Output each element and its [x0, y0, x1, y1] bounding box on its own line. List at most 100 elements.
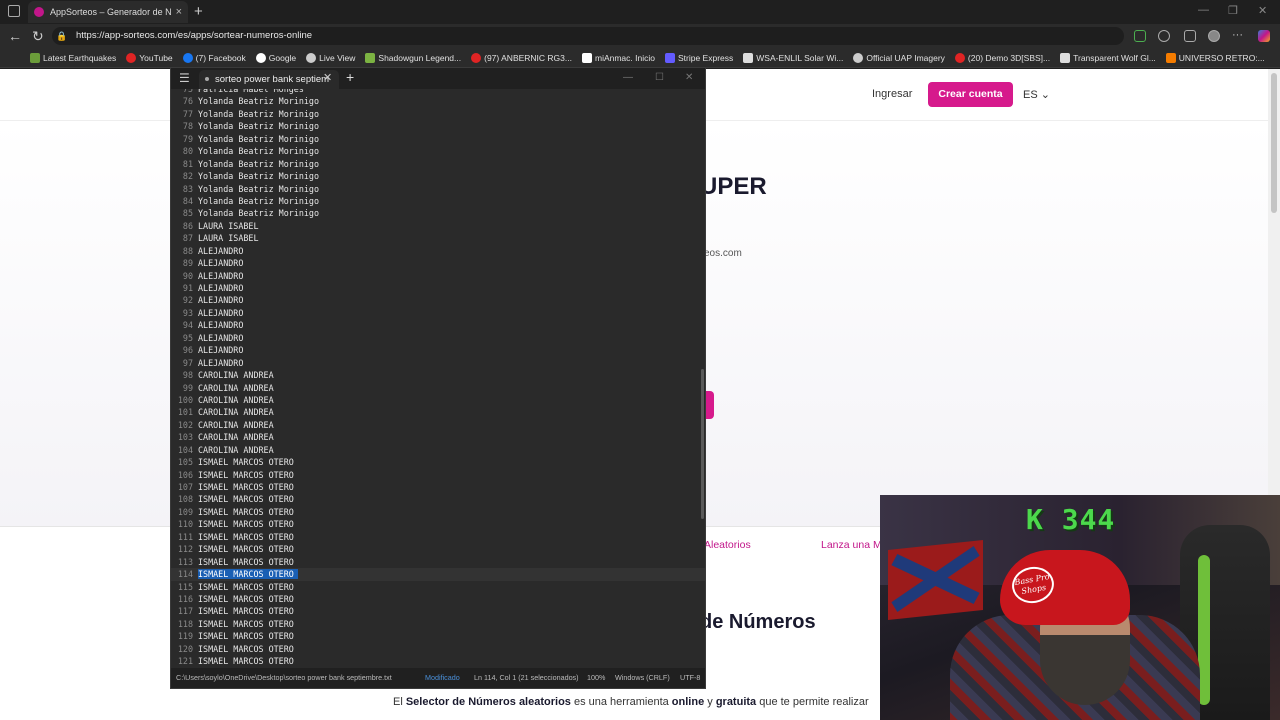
text-line[interactable]: 107 ISMAEL MARCOS OTERO: [171, 481, 705, 493]
text-line[interactable]: 113 ISMAEL MARCOS OTERO: [171, 556, 705, 568]
maximize-icon[interactable]: ❐: [1228, 4, 1238, 17]
bookmark-item[interactable]: Live View: [306, 52, 355, 63]
more-menu-icon[interactable]: ···: [1232, 29, 1243, 41]
back-icon[interactable]: ←: [8, 28, 22, 44]
bookmark-item[interactable]: Stripe Express: [664, 52, 733, 63]
bookmark-item[interactable]: Transparent Wolf Gl...: [1060, 52, 1156, 63]
close-tab-icon[interactable]: ✕: [323, 71, 332, 84]
text-line[interactable]: 97 ALEJANDRO: [171, 357, 705, 369]
text-line[interactable]: 104 CAROLINA ANDREA: [171, 444, 705, 456]
text-line[interactable]: 87 LAURA ISABEL: [171, 232, 705, 244]
text-line[interactable]: 95 ALEJANDRO: [171, 332, 705, 344]
bookmark-item[interactable]: (20) Demo 3D[SBS]...: [954, 52, 1050, 63]
bookmark-item[interactable]: YouTube: [126, 52, 173, 63]
tab-aleatorios[interactable]: Aleatorios: [704, 539, 751, 551]
bookmark-item[interactable]: miAnmac. Inicio: [581, 52, 655, 63]
bookmark-item[interactable]: (7) Facebook: [182, 52, 246, 63]
line-ending[interactable]: Windows (CRLF): [615, 668, 670, 688]
blogger-icon: [1165, 52, 1176, 63]
text-line[interactable]: 94 ALEJANDRO: [171, 319, 705, 331]
text-line[interactable]: 103 CAROLINA ANDREA: [171, 431, 705, 443]
login-link[interactable]: Ingresar: [872, 88, 912, 100]
text-line[interactable]: 82 Yolanda Beatriz Morinigo: [171, 170, 705, 182]
text-line[interactable]: 76 Yolanda Beatriz Morinigo: [171, 95, 705, 107]
create-account-button[interactable]: Crear cuenta: [928, 82, 1013, 107]
profile-avatar[interactable]: [1208, 30, 1220, 42]
text-line[interactable]: 78 Yolanda Beatriz Morinigo: [171, 120, 705, 132]
text-line[interactable]: 86 LAURA ISABEL: [171, 220, 705, 232]
text-line[interactable]: 110 ISMAEL MARCOS OTERO: [171, 518, 705, 530]
text-line[interactable]: 90 ALEJANDRO: [171, 270, 705, 282]
cursor-position[interactable]: Ln 114, Col 1 (21 seleccionados): [474, 668, 579, 688]
text-line[interactable]: 99 CAROLINA ANDREA: [171, 382, 705, 394]
text-line[interactable]: 92 ALEJANDRO: [171, 294, 705, 306]
notepad-tab[interactable]: sorteo power bank septiem: [199, 70, 339, 89]
text-line[interactable]: 119 ISMAEL MARCOS OTERO: [171, 630, 705, 642]
close-window-icon[interactable]: ✕: [685, 72, 693, 83]
minimize-icon[interactable]: —: [1198, 4, 1209, 16]
stream-badge: K 344: [1026, 503, 1116, 536]
bookmark-item[interactable]: Latest Earthquakes: [30, 52, 116, 63]
text-line[interactable]: 108 ISMAEL MARCOS OTERO: [171, 493, 705, 505]
bookmark-item[interactable]: UNIVERSO RETRO:...: [1165, 52, 1265, 63]
bookmark-item[interactable]: (97) ANBERNIC RG3...: [471, 52, 572, 63]
text-line[interactable]: 80 Yolanda Beatriz Morinigo: [171, 145, 705, 157]
bookmark-item[interactable]: WSA-ENLIL Solar Wi...: [743, 52, 843, 63]
text-line[interactable]: 89 ALEJANDRO: [171, 257, 705, 269]
text-line[interactable]: 88 ALEJANDRO: [171, 245, 705, 257]
extension-shield-icon[interactable]: [1134, 30, 1146, 42]
sidebar-toggle-icon[interactable]: [8, 5, 20, 17]
extensions-icon[interactable]: [1158, 30, 1170, 42]
text-line[interactable]: 100 CAROLINA ANDREA: [171, 394, 705, 406]
favorites-icon[interactable]: [1184, 30, 1196, 42]
text-line[interactable]: 117 ISMAEL MARCOS OTERO: [171, 605, 705, 617]
text-line[interactable]: 116 ISMAEL MARCOS OTERO: [171, 593, 705, 605]
text-line[interactable]: 84 Yolanda Beatriz Morinigo: [171, 195, 705, 207]
text-line[interactable]: 105 ISMAEL MARCOS OTERO: [171, 456, 705, 468]
line-text: ALEJANDRO: [198, 295, 244, 306]
new-tab-button[interactable]: +: [194, 3, 203, 20]
text-line[interactable]: 81 Yolanda Beatriz Morinigo: [171, 158, 705, 170]
text-line[interactable]: 91 ALEJANDRO: [171, 282, 705, 294]
browser-tab-appsorteos[interactable]: AppSorteos – Generador de Núm ×: [28, 1, 188, 23]
text-line[interactable]: 121 ISMAEL MARCOS OTERO: [171, 655, 705, 667]
text-line[interactable]: 98 CAROLINA ANDREA: [171, 369, 705, 381]
line-number: 111: [177, 531, 193, 542]
maximize-icon[interactable]: ☐: [655, 72, 664, 83]
bookmark-item[interactable]: Official UAP Imagery: [853, 52, 945, 63]
text-line[interactable]: 83 Yolanda Beatriz Morinigo: [171, 183, 705, 195]
url-field[interactable]: 🔒 https://app-sorteos.com/es/apps/sortea…: [52, 27, 1124, 45]
text-line[interactable]: 85 Yolanda Beatriz Morinigo: [171, 207, 705, 219]
selected-line[interactable]: 114 ISMAEL MARCOS OTERO: [171, 568, 705, 581]
text-line[interactable]: 109 ISMAEL MARCOS OTERO: [171, 506, 705, 518]
text-line[interactable]: 77 Yolanda Beatriz Morinigo: [171, 108, 705, 120]
language-selector[interactable]: ES ⌄: [1023, 88, 1050, 101]
scrollbar-thumb[interactable]: [1271, 73, 1277, 213]
text-editor[interactable]: 75 Patricia Mabel Monges 76 Yolanda Beatriz…: [171, 89, 705, 668]
text-line[interactable]: 112 ISMAEL MARCOS OTERO: [171, 543, 705, 555]
minimize-icon[interactable]: —: [623, 72, 633, 83]
editor-scrollbar-thumb[interactable]: [701, 369, 704, 519]
text-line[interactable]: 118 ISMAEL MARCOS OTERO: [171, 618, 705, 630]
text-line[interactable]: 102 CAROLINA ANDREA: [171, 419, 705, 431]
bookmark-item[interactable]: Shadowgun Legend...: [365, 52, 461, 63]
tab-lanza-moneda[interactable]: Lanza una M: [821, 539, 882, 551]
text-line[interactable]: 101 CAROLINA ANDREA: [171, 406, 705, 418]
encoding[interactable]: UTF-8: [680, 668, 700, 688]
text-line[interactable]: 111 ISMAEL MARCOS OTERO: [171, 531, 705, 543]
copilot-icon[interactable]: [1258, 30, 1270, 42]
text-line[interactable]: 115 ISMAEL MARCOS OTERO: [171, 581, 705, 593]
reload-icon[interactable]: ↻: [32, 28, 44, 45]
close-window-icon[interactable]: ✕: [1258, 4, 1267, 17]
hamburger-menu-icon[interactable]: ☰: [179, 71, 190, 85]
new-tab-button[interactable]: +: [346, 69, 354, 85]
text-line[interactable]: 96 ALEJANDRO: [171, 344, 705, 356]
line-number: 89: [182, 258, 193, 269]
zoom-level[interactable]: 100%: [587, 668, 605, 688]
text-line[interactable]: 120 ISMAEL MARCOS OTERO: [171, 643, 705, 655]
text-line[interactable]: 106 ISMAEL MARCOS OTERO: [171, 469, 705, 481]
close-tab-icon[interactable]: ×: [176, 6, 182, 18]
bookmark-item[interactable]: Google: [255, 52, 296, 63]
text-line[interactable]: 79 Yolanda Beatriz Morinigo: [171, 133, 705, 145]
text-line[interactable]: 93 ALEJANDRO: [171, 307, 705, 319]
